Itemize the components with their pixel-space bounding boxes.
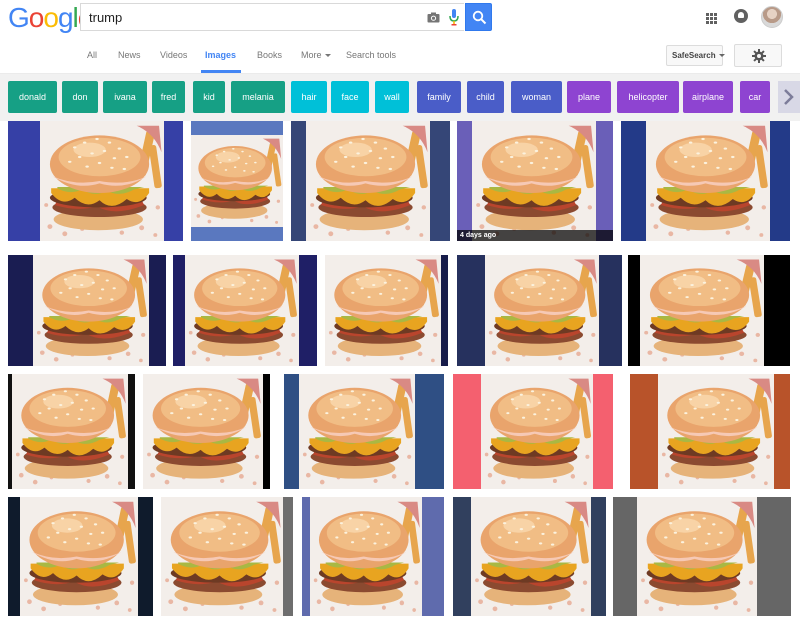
chips-scroll-right-button[interactable] [778,81,800,113]
tab-news[interactable]: News [118,50,141,60]
chip-woman[interactable]: woman [511,81,562,113]
chip-family[interactable]: family [417,81,461,113]
burger-image [471,497,591,616]
tab-search-tools[interactable]: Search tools [346,50,396,60]
image-result[interactable] [613,497,791,616]
chevron-down-icon [324,54,331,57]
chip-airplane[interactable]: airplane [683,81,733,113]
search-input[interactable] [81,4,411,30]
chip-plane[interactable]: plane [567,81,611,113]
tab-images[interactable]: Images [205,50,236,60]
burger-image [299,374,415,489]
image-age-label: 4 days ago [457,230,613,241]
safesearch-label: SafeSearch [672,51,716,60]
image-result[interactable] [191,121,283,241]
burger-image [310,497,422,616]
tab-all[interactable]: All [87,50,97,60]
image-result[interactable] [325,255,448,366]
header: Google [0,0,800,36]
burger-image [12,374,128,489]
chip-ivana[interactable]: ivana [103,81,147,113]
burger-image [658,374,774,489]
avatar[interactable] [761,6,783,28]
chevron-right-icon [784,89,794,105]
burger-image [161,497,283,616]
chip-car[interactable]: car [740,81,770,113]
burger-image [637,497,757,616]
chip-child[interactable]: child [467,81,504,113]
image-result[interactable] [302,497,444,616]
burger-image [143,374,263,489]
settings-button[interactable] [734,44,782,67]
image-result[interactable] [628,255,790,366]
tab-videos[interactable]: Videos [160,50,187,60]
chevron-down-icon [718,54,725,57]
image-result[interactable] [621,121,790,241]
burger-image [20,497,138,616]
burger-image [646,121,770,241]
image-result[interactable] [457,255,622,366]
image-result[interactable] [8,121,183,241]
chip-face[interactable]: face [331,81,369,113]
burger-image [485,255,599,366]
image-result[interactable] [291,121,450,241]
active-tab-indicator [201,70,241,73]
search-icon [472,10,487,25]
image-result[interactable] [630,374,790,489]
image-result[interactable] [8,374,135,489]
chip-fred[interactable]: fred [152,81,185,113]
chip-wall[interactable]: wall [375,81,409,113]
tab-books[interactable]: Books [257,50,282,60]
burger-image [40,121,164,241]
burger-image [481,374,593,489]
chip-kid[interactable]: kid [193,81,225,113]
burger-image [33,255,149,366]
burger-image [640,255,764,366]
google-images-page: Google All News Videos Image [0,0,800,620]
chip-melania[interactable]: melania [231,81,285,113]
burger-image [191,135,283,227]
chip-don[interactable]: don [62,81,98,113]
burger-image [325,255,441,366]
chip-helicopter[interactable]: helicopter [617,81,679,113]
tab-more[interactable]: More [301,50,331,60]
image-result[interactable] [284,374,444,489]
gear-icon [752,49,766,63]
search-box [80,3,464,31]
image-result[interactable]: 4 days ago [457,121,613,241]
image-result[interactable] [161,497,293,616]
image-result[interactable] [143,374,270,489]
notifications-icon[interactable] [734,9,748,23]
tab-more-label: More [301,50,322,60]
image-result[interactable] [173,255,317,366]
chip-hair[interactable]: hair [291,81,327,113]
burger-image [306,121,430,241]
apps-grid-icon[interactable] [706,11,717,29]
image-result[interactable] [453,374,613,489]
burger-image [472,121,596,241]
image-result[interactable] [8,255,166,366]
search-tabs: All News Videos Images Books More Search… [0,36,800,74]
safesearch-button[interactable]: SafeSearch [666,45,725,66]
chip-donald[interactable]: donald [8,81,57,113]
burger-image [185,255,299,366]
search-button[interactable] [465,3,492,31]
camera-icon[interactable] [427,10,440,28]
image-result[interactable] [453,497,606,616]
microphone-icon[interactable] [449,9,459,31]
image-result[interactable] [8,497,153,616]
